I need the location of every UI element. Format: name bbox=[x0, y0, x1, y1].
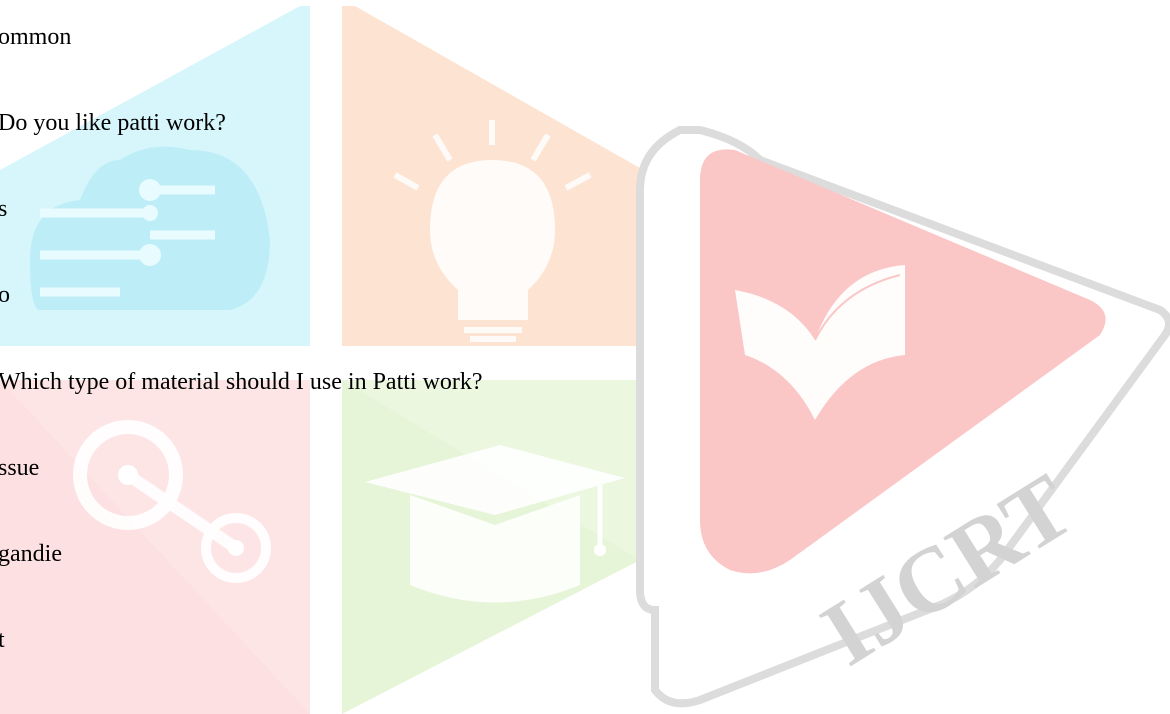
answer-option-tissue: ssue bbox=[0, 455, 40, 481]
answer-option-cotton: t bbox=[0, 627, 5, 653]
answer-option-no: o bbox=[0, 282, 10, 308]
document-line-1: ommon bbox=[0, 24, 72, 50]
question-material: Which type of material should I use in P… bbox=[0, 369, 483, 395]
cloud-tech-panel bbox=[0, 6, 310, 346]
question-patti-work: Do you like patti work? bbox=[0, 110, 226, 136]
ijcrt-watermark: IJCRT bbox=[0, 6, 1170, 714]
lightbulb-panel bbox=[342, 6, 640, 346]
answer-option-yes: s bbox=[0, 196, 8, 222]
graduation-cap-panel bbox=[342, 380, 640, 714]
document-page: IJCRT ommon Do you like patti work? s o … bbox=[0, 0, 1170, 714]
answer-option-organdie: gandie bbox=[0, 541, 62, 567]
